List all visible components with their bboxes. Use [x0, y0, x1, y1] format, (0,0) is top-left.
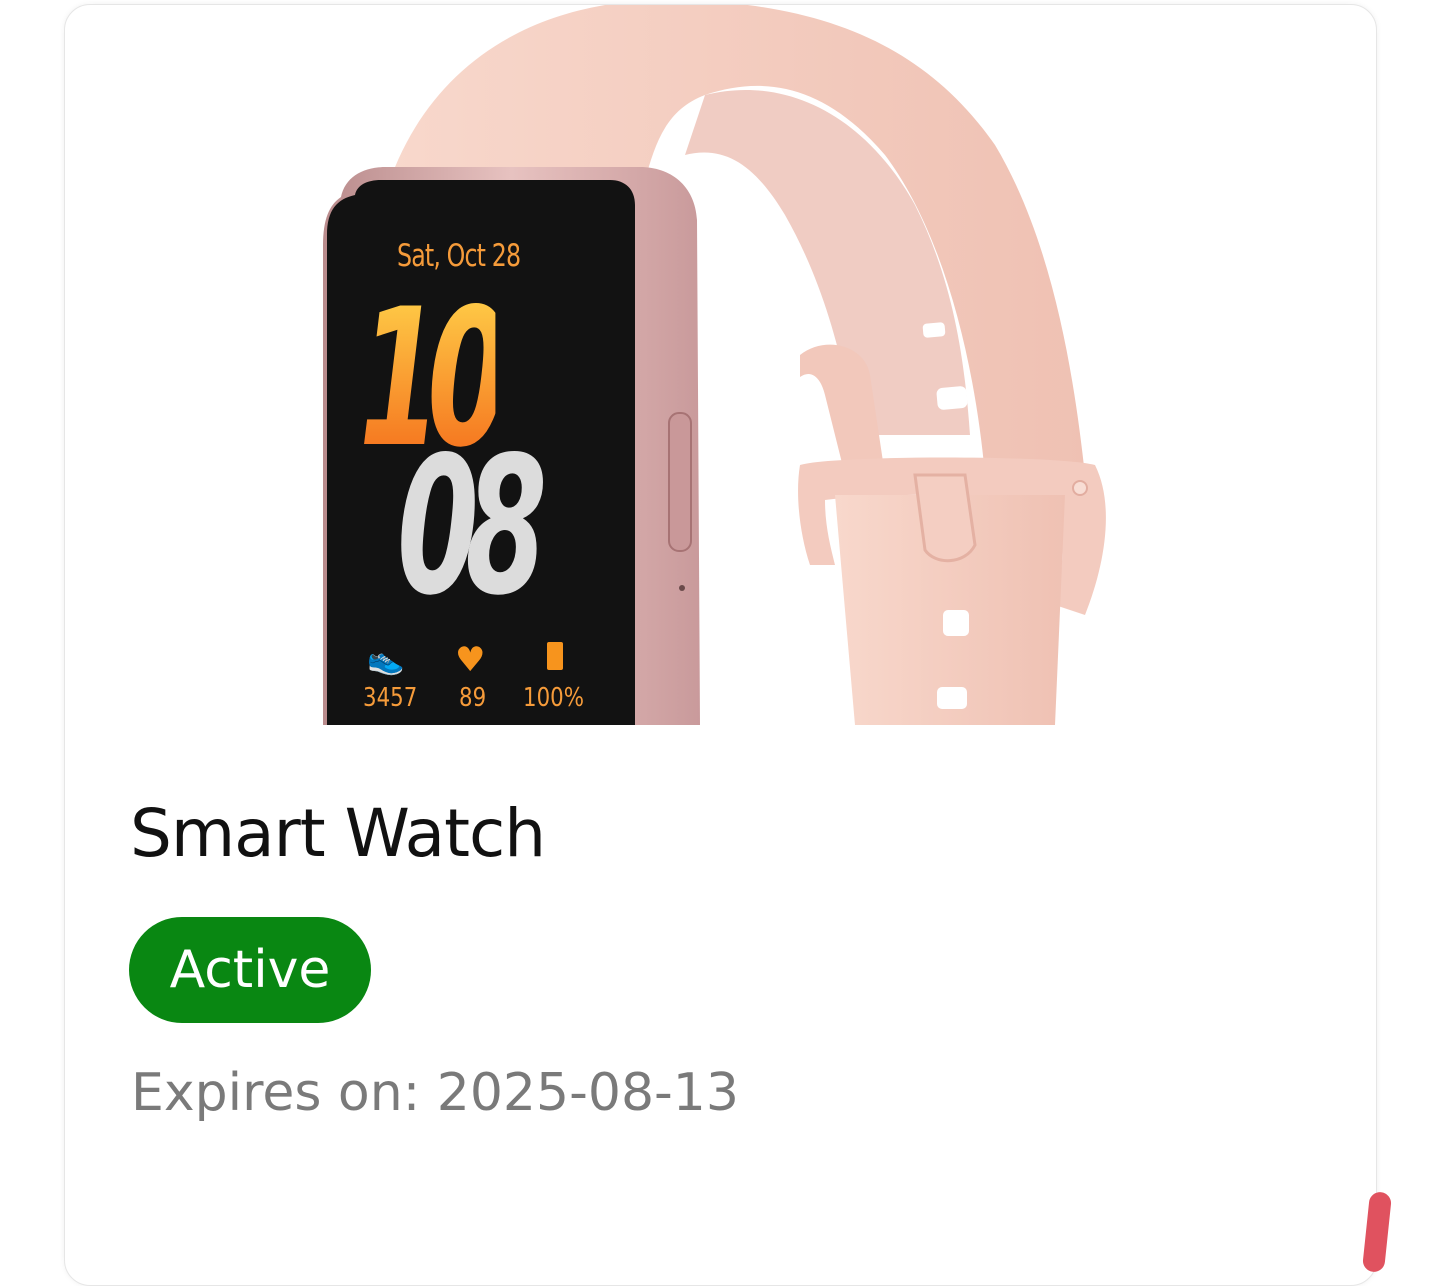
heart-rate-value: 89 [459, 683, 487, 713]
battery-icon [547, 642, 563, 670]
watch-minute: 08 [397, 416, 547, 637]
product-title: Smart Watch [130, 795, 546, 872]
heart-icon: ♥ [455, 640, 486, 680]
device-card[interactable]: Sat, Oct 28 10 08 👟 ♥ 3457 89 100% Smart… [64, 4, 1377, 1286]
steps-value: 3457 [363, 683, 418, 713]
battery-value: 100% [523, 683, 584, 713]
steps-icon: 👟 [367, 642, 405, 677]
product-image [65, 5, 1376, 725]
watch-face: Sat, Oct 28 10 08 👟 ♥ 3457 89 100% [327, 180, 635, 725]
expiry-date: Expires on: 2025-08-13 [131, 1063, 739, 1123]
status-badge: Active [129, 917, 371, 1023]
